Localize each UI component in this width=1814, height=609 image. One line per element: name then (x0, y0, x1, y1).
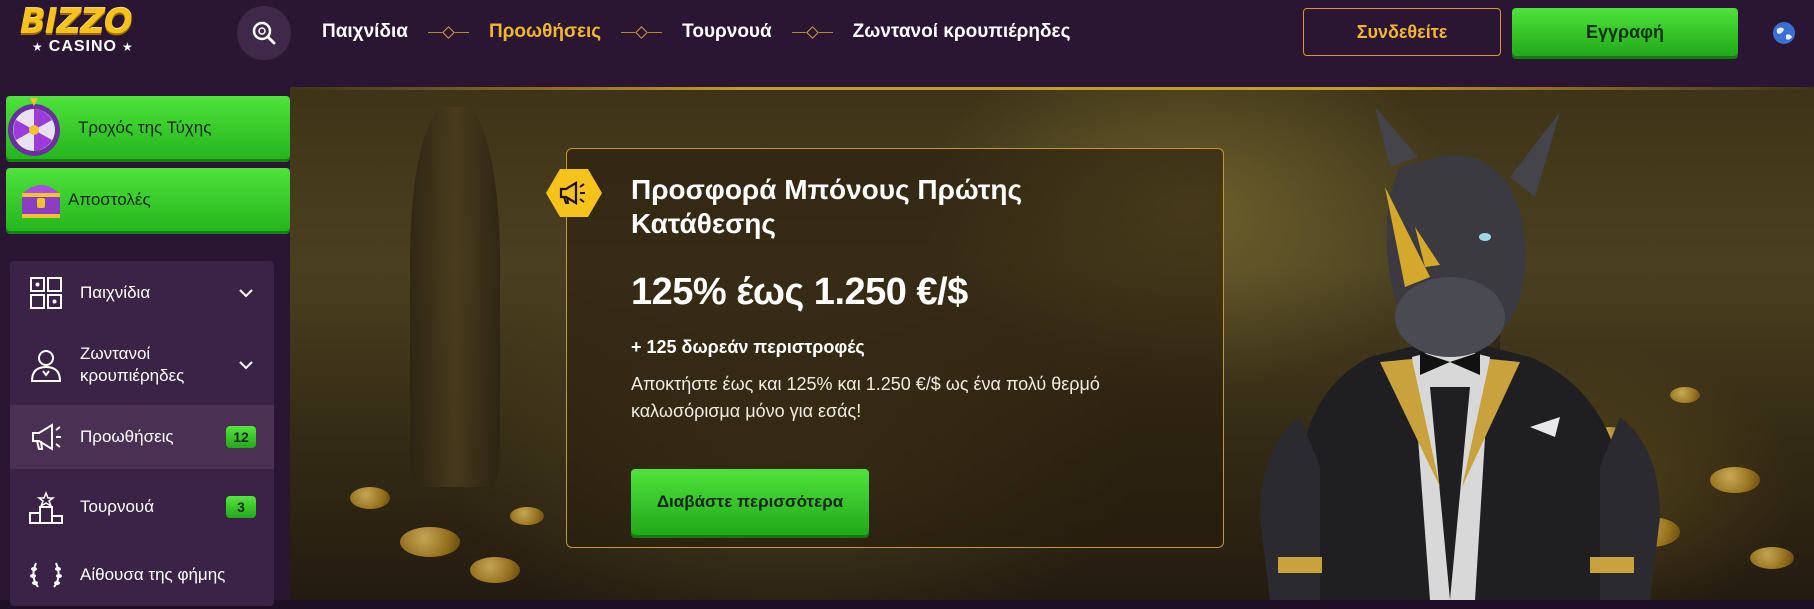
star-icon: ★ (122, 40, 134, 54)
gold-coin (1710, 467, 1760, 493)
bizzo-casino-logo[interactable]: BIZZO ★ CASINO ★ (20, 2, 180, 64)
language-selector[interactable] (1771, 20, 1797, 46)
nav-games[interactable]: Παιχνίδια (322, 21, 408, 43)
sidebar-menu: Παιχνίδια Ζωντανοί κρουπιέρηδες Προωθήσε… (10, 261, 274, 606)
megaphone-icon (546, 169, 602, 217)
chevron-down-icon (239, 289, 253, 298)
logo-subtitle: ★ CASINO ★ (32, 38, 180, 56)
promo-description: Αποκτήστε έως και 125% και 1.250 €/$ ως … (631, 374, 1100, 421)
gold-coin (510, 507, 544, 525)
background-tree (410, 107, 500, 487)
sidebar-item-games[interactable]: Παιχνίδια (10, 261, 274, 325)
missions-label: Αποστολές (68, 189, 151, 209)
treasure-chest-icon (22, 185, 60, 218)
missions-card[interactable]: Αποστολές (6, 168, 290, 231)
sidebar-item-label: Τουρνουά (80, 497, 155, 516)
main-nav: Παιχνίδια Προωθήσεις Τουρνουά Ζωντανοί κ… (322, 0, 1070, 64)
nav-separator (791, 25, 833, 39)
gold-coin (1750, 547, 1794, 569)
sidebar-item-label: Αίθουσα της φήμης (80, 565, 226, 584)
sidebar-item-promotions[interactable]: Προωθήσεις 12 (10, 405, 274, 469)
sidebar-item-tournaments[interactable]: Τουρνουά 3 (10, 469, 274, 545)
search-button[interactable] (237, 6, 291, 60)
sidebar-item-label: Ζωντανοί κρουπιέρηδες (80, 344, 185, 385)
promo-hero-banner: Προσφορά Μπόνους Πρώτης Κατάθεσης 125% έ… (290, 87, 1814, 600)
chevron-down-icon (239, 361, 253, 370)
register-button[interactable]: Εγγραφή (1512, 8, 1738, 56)
dealer-icon (30, 350, 62, 382)
rhino-mascot-illustration (1260, 107, 1660, 600)
promo-free-spins: + 125 δωρεάν περιστροφές (631, 337, 865, 357)
fortune-wheel-label: Τροχός της Τύχης (78, 117, 212, 137)
podium-icon (29, 490, 63, 524)
sidebar-item-hall-of-fame[interactable]: Αίθουσα της φήμης (10, 545, 274, 609)
logo-subtitle-text: CASINO (48, 38, 117, 55)
gold-coin (1670, 387, 1700, 403)
gold-coin (470, 557, 520, 583)
nav-separator (621, 25, 663, 39)
fortune-wheel-icon (8, 98, 60, 156)
star-icon: ★ (32, 40, 44, 54)
nav-separator (427, 25, 469, 39)
megaphone-icon (32, 423, 61, 451)
promo-card: Προσφορά Μπόνους Πρώτης Κατάθεσης 125% έ… (546, 148, 1224, 548)
top-header: BIZZO ★ CASINO ★ Παιχνίδια Προωθήσεις Το… (0, 0, 1814, 87)
nav-promotions[interactable]: Προωθήσεις (489, 21, 601, 43)
promotions-count-badge: 12 (226, 426, 256, 448)
tournaments-count-badge: 3 (226, 496, 256, 518)
sidebar-item-live-dealers[interactable]: Ζωντανοί κρουπιέρηδες (10, 325, 274, 405)
sidebar-item-label: Παιχνίδια (80, 283, 151, 302)
nav-tournaments[interactable]: Τουρνουά (682, 21, 772, 43)
logo-wordmark: BIZZO (20, 2, 133, 42)
games-icon (30, 277, 62, 309)
fortune-wheel-card[interactable]: Τροχός της Τύχης (6, 96, 290, 159)
search-icon (252, 21, 276, 45)
login-button[interactable]: Συνδεθείτε (1303, 8, 1501, 56)
promo-title: Προσφορά Μπόνους Πρώτης Κατάθεσης (631, 174, 1023, 239)
promo-amount: 125% έως 1.250 €/$ (631, 271, 968, 313)
sidebar: Τροχός της Τύχης Αποστολές Παιχνίδια Ζων… (0, 87, 290, 606)
gold-coin (350, 487, 390, 509)
laurel-icon (30, 562, 62, 588)
nav-live-dealers[interactable]: Ζωντανοί κρουπιέρηδες (853, 21, 1071, 43)
read-more-button[interactable]: Διαβάστε περισσότερα (631, 469, 869, 535)
gold-coin (400, 527, 460, 557)
globe-icon (1773, 22, 1795, 44)
sidebar-item-label: Προωθήσεις (80, 427, 174, 446)
